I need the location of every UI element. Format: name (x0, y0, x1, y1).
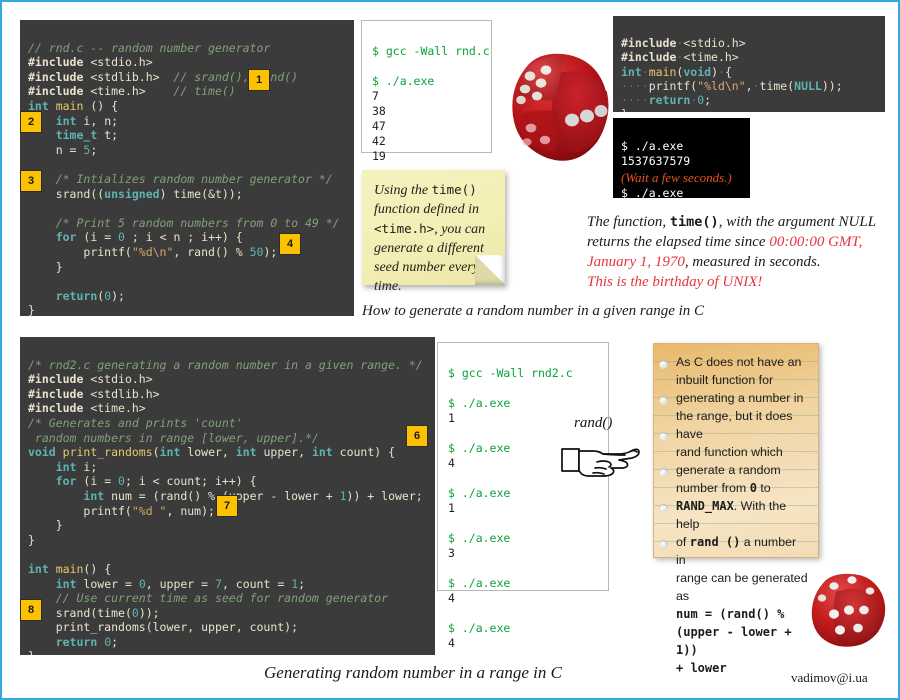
terminal-out-1: 38 (372, 104, 386, 118)
tan-l7-mono: 0 (749, 481, 757, 495)
tan-l2: inbuilt function for (676, 373, 774, 387)
time-exp-p4-red: This is the birthday of UNIX! (587, 274, 763, 290)
sticky-note-time: Using the time() function defined in <ti… (362, 170, 505, 294)
sticky-l2: function defined in (374, 202, 479, 217)
tan-l7b: to (756, 481, 771, 495)
term-time-out-1: 1537637579 (621, 154, 691, 168)
term-time-run-2: $ ./a.exe (621, 186, 684, 200)
time-exp-p2-red: 00:00:00 GMT, (769, 234, 863, 250)
term-time-run-1: $ ./a.exe (621, 138, 684, 153)
sticky-l5: seed number every (374, 260, 479, 275)
step-badge-8: 8 (20, 599, 42, 621)
sticky-l4: generate a different (374, 241, 484, 256)
terminal2-run-cmd-2: $ ./a.exe (448, 486, 511, 500)
tan-l6: generate a random (676, 463, 781, 477)
terminal2-run-cmd-0: $ ./a.exe (448, 396, 511, 410)
terminal2-out-3: 3 (448, 546, 455, 560)
caption-middle: How to generate a random number in a giv… (362, 303, 705, 319)
terminal2-run-cmd-3: $ ./a.exe (448, 531, 511, 545)
note-bullet-holes (659, 360, 668, 560)
time-exp-p3-red: January 1, 1970 (587, 254, 685, 270)
terminal-compile-cmd: $ gcc -Wall rnd.c (372, 44, 490, 58)
terminal2-out-5: 4 (448, 636, 455, 650)
term-time-wait-note: (Wait a few seconds.) (621, 169, 732, 185)
terminal-out-3: 42 (372, 134, 386, 148)
tan-l3: generating a number in (676, 391, 804, 405)
step-badge-4: 4 (279, 233, 301, 255)
terminal2-out-4: 4 (448, 591, 455, 605)
tan-l1: As C does not have an (676, 355, 802, 369)
tan-l10: range can be generated as (676, 571, 808, 603)
tan-l12-mono: (upper - lower + 1)) (676, 625, 792, 657)
terminal-out-0: 7 (372, 89, 379, 103)
step-badge-1: 1 (248, 69, 270, 91)
tan-l4: the range, but it does have (676, 409, 793, 441)
step-badge-7: 7 (216, 495, 238, 517)
tan-l7a: number from (676, 481, 750, 495)
rand-explanation-note: As C does not have an inbuilt function f… (653, 343, 819, 675)
terminal-out-2: 47 (372, 119, 386, 133)
terminal2-out-2: 1 (448, 501, 455, 515)
page-root: // rnd.c -- random number generator #inc… (0, 0, 900, 700)
dice-image-bottom (802, 560, 897, 655)
time-exp-p3b: , measured in seconds. (684, 254, 821, 270)
pointing-hand-icon (559, 436, 643, 482)
tan-l9-bold: rand () (689, 535, 741, 549)
time-exp-p1a: The function, (587, 214, 670, 230)
sticky-l3b: , you can (434, 222, 486, 237)
sticky-l6: time. (374, 279, 402, 294)
tan-l5: rand function which (676, 445, 783, 459)
sticky-l1a: Using the (374, 183, 432, 198)
terminal-run-cmd: $ ./a.exe (372, 74, 435, 88)
terminal2-compile-cmd: $ gcc -Wall rnd2.c (448, 366, 573, 380)
tan-l11-mono: num = (rand() % (676, 607, 785, 621)
terminal-time-output: $ ./a.exe 1537637579 (Wait a few seconds… (613, 118, 750, 216)
terminal2-out-1: 4 (448, 456, 455, 470)
terminal-out-4: 19 (372, 149, 386, 163)
rand-pointer-label: rand() (574, 415, 613, 431)
time-explanation-text: The function, time(), with the argument … (587, 212, 897, 292)
time-exp-p1b: , with the argument NULL (718, 214, 876, 230)
step-badge-6: 6 (406, 425, 428, 447)
code-block-time-c: #include·<stdio.h> #include·<time.h> int… (613, 16, 885, 112)
terminal2-run-cmd-5: $ ./a.exe (448, 621, 511, 635)
caption-bottom: Generating random number in a range in C (264, 663, 562, 682)
tan-l9a: of (676, 535, 690, 549)
step-badge-3: 3 (20, 170, 42, 192)
code-block-rnd-c: // rnd.c -- random number generator #inc… (20, 20, 354, 316)
author-credit: vadimov@i.ua (791, 670, 868, 685)
terminal2-run-cmd-1: $ ./a.exe (448, 441, 511, 455)
sticky-l1b: time() (431, 182, 477, 197)
terminal2-out-0: 1 (448, 411, 455, 425)
sticky-note-curl-corner (475, 255, 505, 285)
tan-l8-bold: RAND_MAX (676, 499, 734, 513)
sticky-l3a: <time.h> (374, 221, 435, 236)
step-badge-2: 2 (20, 111, 42, 133)
time-exp-p1-mono: time() (669, 214, 719, 230)
terminal-rnd-output: $ gcc -Wall rnd.c $ ./a.exe 7 38 47 42 1… (361, 20, 492, 163)
dice-image-top (497, 30, 617, 170)
terminal2-run-cmd-4: $ ./a.exe (448, 576, 511, 590)
tan-l13-mono: + lower (676, 661, 727, 675)
time-exp-p2a: returns the elapsed time since (587, 234, 770, 250)
